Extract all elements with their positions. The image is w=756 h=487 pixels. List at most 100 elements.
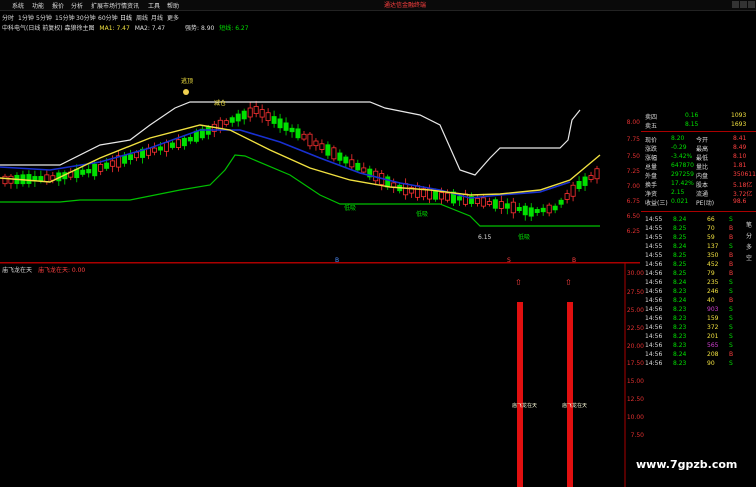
quote-cell: 0.021	[671, 198, 689, 205]
tab-monthly[interactable]: 月线	[151, 13, 163, 22]
quote-cell: 净资	[645, 191, 658, 198]
menu-item-ext-market[interactable]: 扩展市场行情	[91, 1, 127, 10]
sell5-label: 卖五	[645, 123, 658, 130]
lower-pane-chart: ⇧ ⇧	[0, 262, 640, 487]
quote-cell: 1.81	[733, 162, 747, 169]
menu-bar: 系统 功能 报价 分析 扩展市场行情 资讯 工具 帮助	[0, 0, 756, 11]
candle	[439, 192, 445, 200]
low-price-label: 6.15	[478, 234, 492, 241]
menu-item-help[interactable]: 帮助	[167, 1, 179, 10]
candle	[235, 113, 241, 122]
tab-daily[interactable]: 日线	[120, 13, 132, 22]
candle	[492, 199, 498, 209]
candle	[331, 147, 337, 160]
candle	[361, 167, 367, 173]
tick-cell: 14:56	[645, 279, 663, 286]
side-button-duo[interactable]: 多	[742, 242, 756, 253]
tick-cell: 8.24	[673, 216, 687, 223]
tick-cell: 14:55	[645, 216, 663, 223]
tick-cell: 208	[707, 351, 719, 358]
tick-row: 14:55 8.25 70 B	[641, 225, 756, 234]
close-icon[interactable]	[748, 1, 755, 8]
side-button-fen[interactable]: 分	[742, 231, 756, 242]
menu-item-system[interactable]: 系统	[12, 1, 24, 10]
candle	[486, 201, 492, 205]
candle	[259, 109, 265, 118]
tick-row: 14:56 8.23 201 S	[641, 333, 756, 342]
tick-cell: 350	[707, 252, 719, 259]
tick-row: 14:56 8.24 235 S	[641, 279, 756, 288]
signal-arrow-2: ⇧	[565, 278, 572, 287]
tick-cell: S	[729, 216, 733, 223]
tick-cell: 201	[707, 333, 719, 340]
tick-cell: B	[729, 234, 734, 241]
minimize-icon[interactable]	[732, 1, 739, 8]
reduce-marker-label: 减仓	[214, 99, 226, 107]
menu-item-news[interactable]: 资讯	[127, 1, 139, 10]
candle	[480, 197, 486, 207]
maximize-icon[interactable]	[740, 1, 747, 8]
tick-cell: 14:55	[645, 234, 663, 241]
candle	[588, 175, 594, 180]
candle	[80, 169, 86, 175]
menu-item-analysis[interactable]: 分析	[71, 1, 83, 10]
quote-sell5: 卖五 8.15 1693	[641, 121, 756, 130]
candle	[456, 196, 462, 201]
tab-15min[interactable]: 15分钟	[55, 13, 75, 22]
candle	[403, 183, 409, 196]
side-button-bi[interactable]: 笔	[742, 220, 756, 231]
candle	[169, 142, 175, 148]
quote-cell: 647870	[671, 162, 694, 169]
tick-row: 14:55 8.25 59 B	[641, 234, 756, 243]
tab-30min[interactable]: 30分钟	[76, 13, 96, 22]
quote-row: 收益(三) 0.021 PE(动) 98.6	[641, 198, 756, 207]
tab-60min[interactable]: 60分钟	[98, 13, 118, 22]
tick-row: 14:56 8.23 159 S	[641, 315, 756, 324]
candle	[44, 174, 50, 183]
top-marker-icon	[183, 89, 189, 95]
tick-cell: 40	[707, 297, 715, 304]
tick-cell: 8.24	[673, 297, 687, 304]
candle	[8, 175, 14, 184]
candle	[528, 207, 534, 217]
buy-label-3: 低吸	[518, 233, 530, 241]
quote-row: 涨跌 -0.29 最高 8.49	[641, 144, 756, 153]
menu-item-quote[interactable]: 报价	[52, 1, 64, 10]
menu-item-function[interactable]: 功能	[32, 1, 44, 10]
sell5-price: 8.15	[685, 121, 699, 128]
buy-label-2: 低吸	[416, 210, 428, 218]
tick-cell: 8.23	[673, 306, 687, 313]
quote-cell: 8.10	[733, 153, 747, 160]
candle	[594, 168, 600, 180]
watermark: www.7gpzb.com	[636, 458, 738, 471]
kline-chart[interactable]: 逃顶 减仓 低吸 低吸 低吸 6.15 B S B	[0, 30, 640, 265]
tab-more[interactable]: 更多	[167, 13, 179, 22]
candle	[570, 184, 576, 197]
tick-cell: S	[729, 333, 733, 340]
tick-cell: 8.25	[673, 234, 687, 241]
tick-cell: 8.23	[673, 333, 687, 340]
side-buttons: 笔 分 多 空	[742, 220, 756, 264]
candle	[187, 136, 193, 142]
quote-cell: PE(动)	[696, 200, 715, 207]
tab-intraday[interactable]: 分时	[2, 13, 14, 22]
tick-cell: 14:56	[645, 351, 663, 358]
tick-cell: S	[729, 342, 733, 349]
tick-cell: S	[729, 315, 733, 322]
tab-5min[interactable]: 5分钟	[36, 13, 52, 22]
side-button-kong[interactable]: 空	[742, 253, 756, 264]
menu-item-tools[interactable]: 工具	[148, 1, 160, 10]
candle	[134, 151, 140, 159]
tick-cell: 14:56	[645, 261, 663, 268]
quote-cell: 流通	[696, 191, 709, 198]
candle	[325, 144, 331, 156]
tick-cell: 8.23	[673, 360, 687, 367]
tab-weekly[interactable]: 周线	[136, 13, 148, 22]
quote-cell: 98.6	[733, 198, 747, 205]
quote-cell: 量比	[696, 164, 709, 171]
tick-cell: 159	[707, 315, 719, 322]
candle	[122, 154, 128, 164]
tick-cell: 70	[707, 225, 715, 232]
tick-row: 14:56 8.23 90 S	[641, 360, 756, 369]
tab-1min[interactable]: 1分钟	[18, 13, 34, 22]
